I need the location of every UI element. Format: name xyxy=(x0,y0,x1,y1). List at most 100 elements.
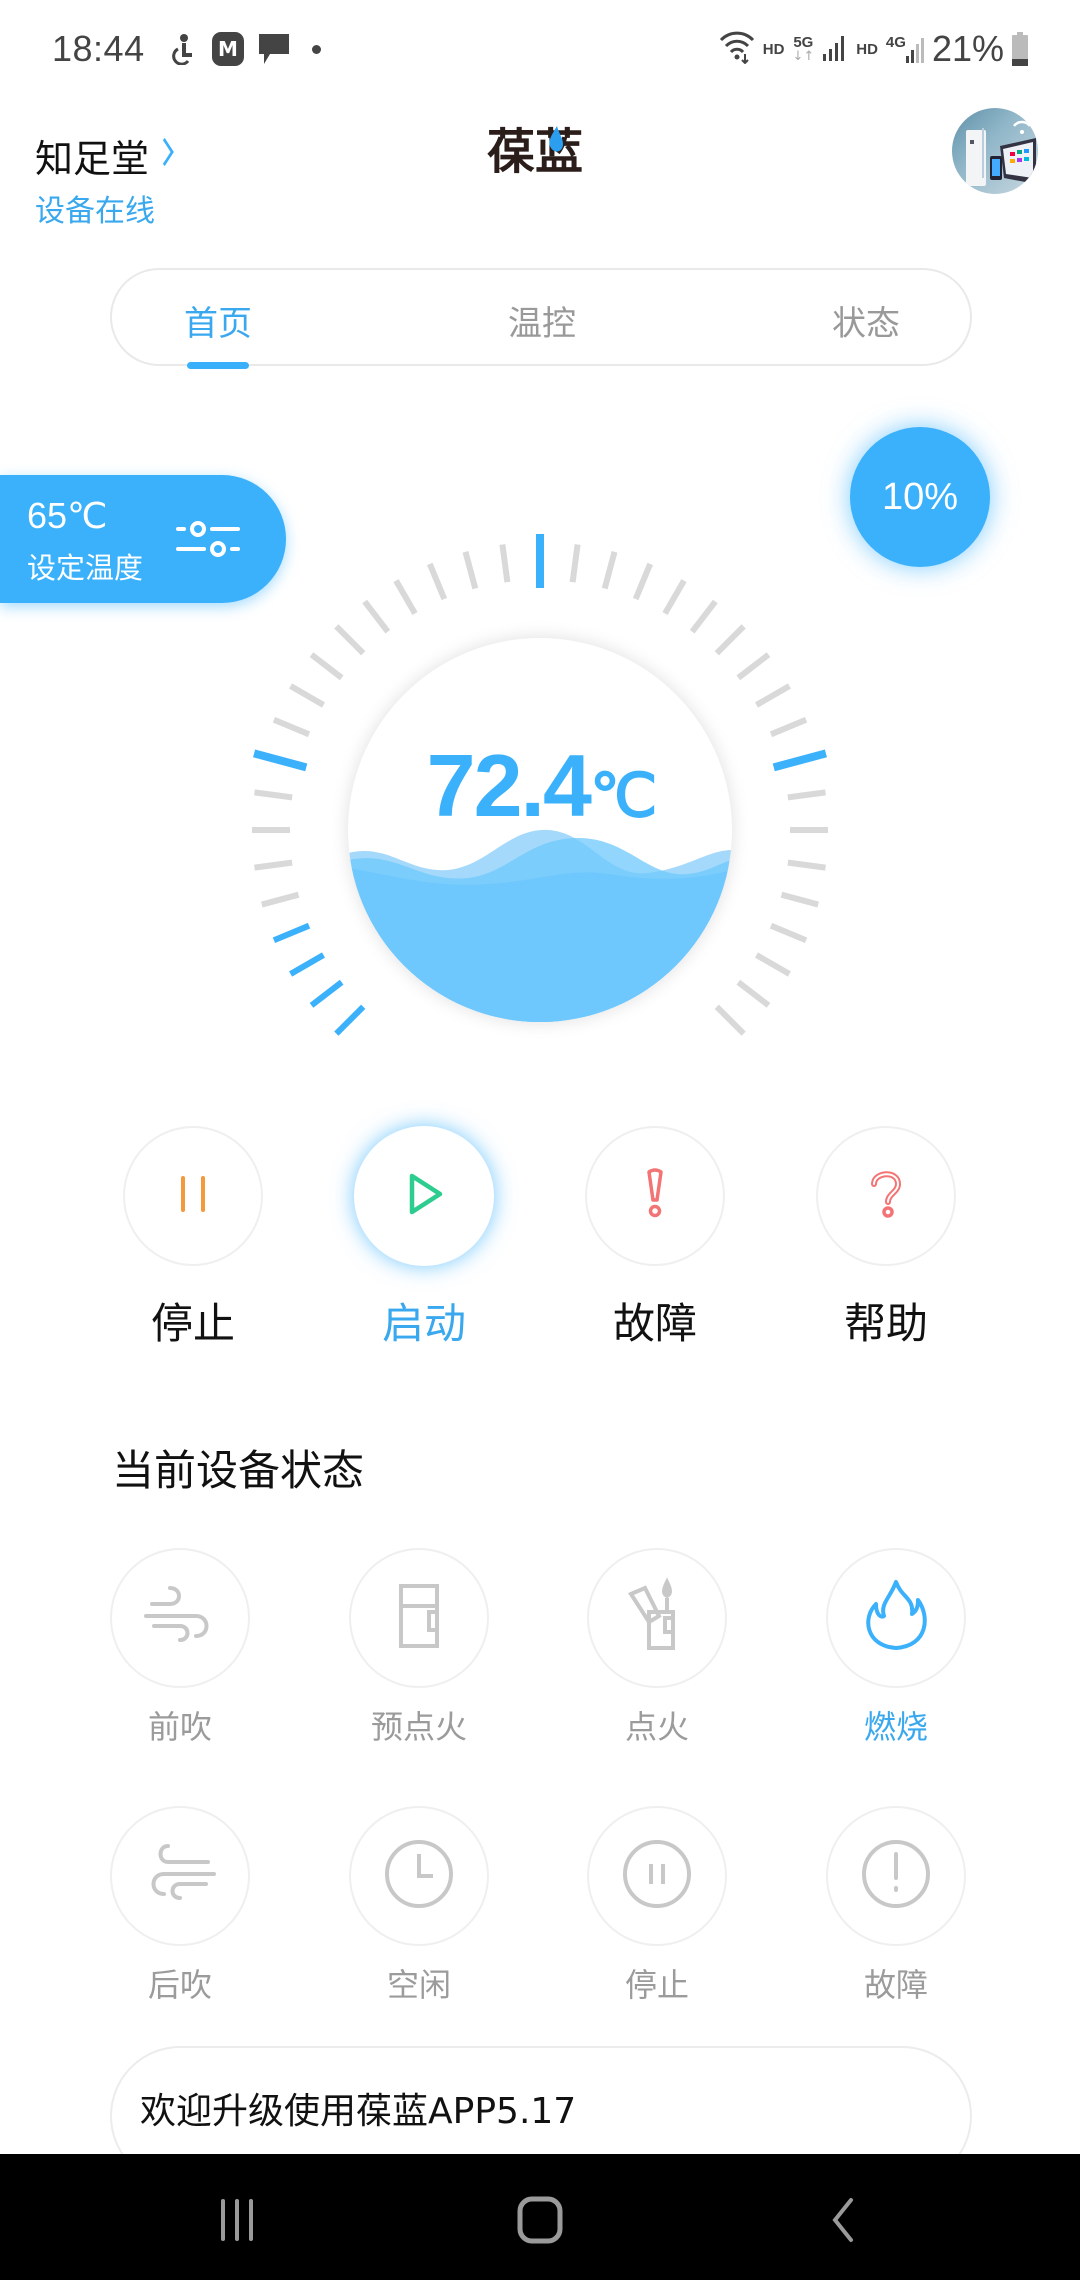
action-label: 停止 xyxy=(150,1299,235,1348)
navigation-bar xyxy=(0,2154,1080,2280)
status-indicator xyxy=(110,1548,250,1688)
set-temperature-label: 设定温度 xyxy=(27,551,144,585)
question-icon xyxy=(856,1164,916,1228)
action-label: 帮助 xyxy=(843,1299,928,1348)
gauge-tick xyxy=(569,544,581,583)
tab-bar: 首页 温控 状态 xyxy=(110,268,972,369)
gauge-tick xyxy=(662,579,687,615)
home-button[interactable] xyxy=(510,2190,570,2250)
lighter-icon xyxy=(617,1576,697,1660)
gauge-tick xyxy=(601,551,618,590)
action-label: 启动 xyxy=(381,1299,466,1348)
sim2-net-label: 4G xyxy=(885,34,906,51)
recents-button[interactable] xyxy=(207,2190,267,2250)
current-temperature: 72.4℃ xyxy=(348,735,732,837)
current-temperature-value: 72.4 xyxy=(426,736,592,835)
pause-circle-icon xyxy=(617,1834,697,1918)
action-button-question[interactable] xyxy=(816,1126,956,1266)
device-name: 知足堂 xyxy=(35,137,150,181)
gauge-tick xyxy=(714,624,746,656)
gauge-tick xyxy=(334,624,366,656)
gauge-tick xyxy=(334,1004,366,1036)
gauge-tick xyxy=(272,922,311,943)
chevron-right-icon xyxy=(162,136,175,176)
gauge-tick xyxy=(309,652,344,681)
accessibility-icon xyxy=(166,32,198,66)
back-icon xyxy=(832,2198,853,2242)
gauge-tick xyxy=(309,979,344,1008)
device-selector[interactable]: 知足堂 xyxy=(35,128,177,183)
pause-icon xyxy=(163,1164,223,1228)
back-button[interactable] xyxy=(812,2190,872,2250)
sim2-hd-label: HD xyxy=(856,40,878,58)
status-label: 故障 xyxy=(863,1966,928,2004)
dot-icon xyxy=(312,44,321,54)
device-status-title: 当前设备状态 xyxy=(112,1446,365,1495)
gauge-tick xyxy=(736,979,771,1008)
gauge-tick xyxy=(462,551,479,590)
current-temperature-unit: ℃ xyxy=(589,762,657,829)
gauge-tick xyxy=(769,717,808,738)
gauge-tick xyxy=(272,717,311,738)
system-indicators: HD 5G ↓↑ HD 4G 21% xyxy=(719,28,1028,70)
tab-home[interactable]: 首页 xyxy=(184,296,252,345)
pre-ignition-icon xyxy=(379,1576,459,1660)
gauge-tick xyxy=(632,562,653,601)
notification-icons: M xyxy=(166,32,321,66)
clock-icon xyxy=(379,1834,459,1918)
gauge-tick xyxy=(499,544,511,583)
status-label: 前吹 xyxy=(147,1708,212,1746)
gauge-tick xyxy=(289,683,325,708)
gauge-tick xyxy=(736,652,771,681)
active-tab-indicator xyxy=(187,362,249,369)
status-indicator xyxy=(349,1548,489,1688)
status-bar: 18:44 M HD 5G ↓↑ HD 4G 21% xyxy=(0,0,1080,100)
wifi-icon xyxy=(719,30,755,68)
battery-percent: 21% xyxy=(931,28,1004,69)
gauge-tick xyxy=(780,891,819,908)
upgrade-banner-text: 欢迎升级使用葆蓝APP5.17 xyxy=(140,2091,577,2132)
gauge-tick xyxy=(769,922,808,943)
alert-circle-icon xyxy=(856,1834,936,1918)
logo-text: 葆蓝 xyxy=(487,124,583,178)
wind-icon xyxy=(140,1576,220,1660)
sim1-network: 5G ↓↑ xyxy=(792,35,814,63)
gauge-tick xyxy=(689,599,718,634)
message-icon xyxy=(258,32,290,66)
action-button-play[interactable] xyxy=(354,1126,494,1266)
status-indicator xyxy=(349,1806,489,1946)
action-button-pause[interactable] xyxy=(123,1126,263,1266)
status-indicator xyxy=(587,1806,727,1946)
gauge-tick xyxy=(714,1004,746,1036)
signal2-icon xyxy=(905,38,924,63)
status-indicator xyxy=(587,1548,727,1688)
signal-icon xyxy=(822,32,848,66)
exclamation-icon xyxy=(625,1164,685,1228)
gauge-tick xyxy=(427,562,448,601)
wifi-hd-label: HD xyxy=(762,40,785,58)
status-time: 18:44 xyxy=(52,28,145,69)
device-online-status: 设备在线 xyxy=(35,194,155,229)
tab-temperature-control[interactable]: 温控 xyxy=(508,296,576,345)
status-indicator xyxy=(826,1806,966,1946)
avatar[interactable] xyxy=(952,108,1038,194)
wind-reverse-icon xyxy=(140,1834,220,1918)
tab-status[interactable]: 状态 xyxy=(832,296,900,345)
recents-icon xyxy=(221,2199,253,2241)
set-temperature-value: 65℃ xyxy=(27,495,108,536)
m-app-icon: M xyxy=(212,32,244,66)
status-label: 预点火 xyxy=(370,1708,467,1746)
play-icon xyxy=(394,1164,454,1228)
data-arrows-icon: ↓↑ xyxy=(792,49,815,64)
status-label: 后吹 xyxy=(147,1966,212,2004)
gauge-tick xyxy=(254,859,293,871)
sim1-net-label: 5G xyxy=(793,34,814,51)
sim2-network: 4G xyxy=(886,34,924,64)
action-button-exclamation[interactable] xyxy=(585,1126,725,1266)
battery-icon xyxy=(1012,32,1028,66)
app-logo: 葆蓝 xyxy=(487,122,593,180)
gauge-tick xyxy=(787,859,826,871)
gauge-major-tick xyxy=(253,749,308,772)
status-label: 停止 xyxy=(624,1966,689,2004)
gauge-tick xyxy=(393,579,418,615)
